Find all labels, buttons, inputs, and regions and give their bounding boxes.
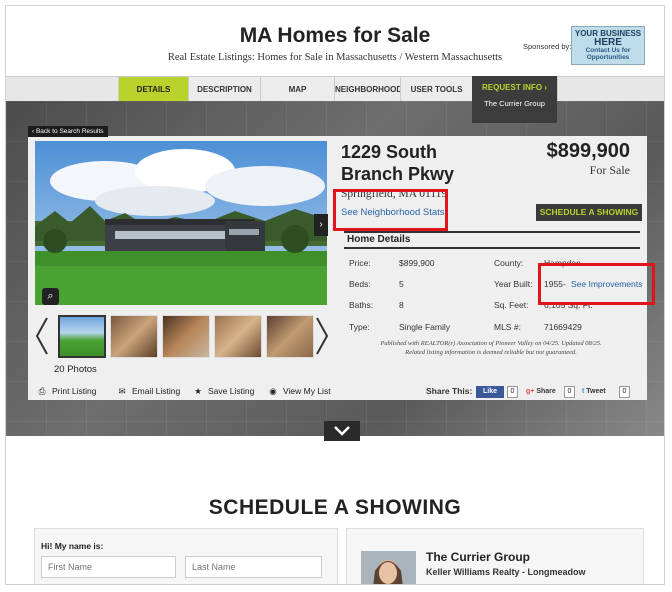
tab-map[interactable]: MAP [260, 77, 334, 102]
facebook-like-label: Like [482, 388, 497, 395]
tab-neighborhood[interactable]: NEIGHBORHOOD [334, 77, 402, 102]
google-share-label: Share [536, 388, 556, 395]
thumbnail-4[interactable] [214, 315, 262, 358]
tab-request-info[interactable]: REQUEST INFO › The Currier Group [472, 76, 557, 123]
detail-label-price: Price: [349, 258, 371, 268]
save-listing-label: Save Listing [208, 386, 255, 396]
listing-nav: DETAILS DESCRIPTION MAP NEIGHBORHOOD USE… [6, 76, 664, 102]
eye-icon: ◉ [269, 386, 277, 396]
like-count: 0 [507, 386, 518, 398]
thumbnail-strip [54, 315, 314, 358]
listing-status: For Sale [589, 163, 630, 177]
house-photo-image [35, 141, 327, 305]
twitter-icon: t [582, 388, 585, 395]
thumbnail-5[interactable] [266, 315, 314, 358]
publish-note-line2: Related listing information is deemed re… [405, 349, 577, 356]
view-my-list-label: View My List [283, 386, 331, 396]
photo-next-arrow[interactable]: › [314, 214, 328, 236]
detail-value-price: $899,900 [399, 258, 435, 268]
tweet-label: Tweet [586, 388, 606, 395]
thumbs-next-arrow[interactable] [314, 316, 330, 356]
printer-icon: ⎙ [38, 386, 46, 396]
expand-chevron-down-icon[interactable] [324, 421, 360, 441]
detail-value-beds: 5 [399, 279, 404, 289]
site-header: MA Homes for Sale Real Estate Listings: … [6, 6, 664, 76]
tab-user-tools[interactable]: USER TOOLS [400, 77, 472, 102]
tab-details[interactable]: DETAILS [118, 77, 188, 102]
google-share-count: 0 [564, 386, 575, 398]
last-name-input[interactable] [185, 556, 322, 578]
sponsor-label: Sponsored by: [523, 42, 572, 51]
site-subtitle: Real Estate Listings: Homes for Sale in … [167, 52, 503, 63]
detail-label-sqft: Sq. Feet: [494, 300, 529, 310]
ad-line3: Contact Us for Opportunities [585, 47, 631, 61]
property-price: $899,900 [546, 140, 630, 162]
property-address: 1229 South Branch Pkwy [341, 142, 455, 184]
photos-count[interactable]: 20 Photos [54, 364, 97, 375]
facebook-like-button[interactable]: Like [476, 386, 504, 398]
highlight-box [538, 263, 655, 305]
google-share-button[interactable]: g+ Share [526, 386, 560, 398]
view-my-list-button[interactable]: ◉ View My List [267, 386, 331, 397]
detail-value-type: Single Family [399, 322, 451, 332]
agent-company: Keller Williams Realty - Longmeadow [426, 567, 586, 577]
highlight-box [333, 189, 448, 231]
thumbnail-1[interactable] [58, 315, 106, 358]
nav-spacer-right [557, 77, 664, 102]
first-name-input[interactable] [41, 556, 176, 578]
publish-note-line1: Published with REALTOR(r) Association of… [380, 340, 602, 347]
nav-spacer [6, 77, 118, 102]
thumbs-prev-arrow[interactable] [34, 316, 50, 356]
back-to-search-link[interactable]: ‹ Back to Search Results [28, 126, 108, 137]
request-info-agent: The Currier Group [484, 99, 545, 108]
name-label: Hi! My name is: [41, 541, 104, 551]
detail-label-mls: MLS #: [494, 322, 521, 332]
detail-label-type: Type: [349, 322, 370, 332]
thumbnail-3[interactable] [162, 315, 210, 358]
google-plus-icon: g+ [526, 388, 535, 395]
thumbnail-2[interactable] [110, 315, 158, 358]
detail-label-year-built: Year Built: [494, 279, 533, 289]
home-details-heading: Home Details [344, 231, 640, 249]
print-listing-label: Print Listing [52, 386, 97, 396]
detail-label-beds: Beds: [349, 279, 371, 289]
publish-note: Published with REALTOR(r) Association of… [341, 339, 641, 357]
main-photo[interactable] [35, 141, 327, 305]
detail-label-baths: Baths: [349, 300, 374, 310]
zoom-icon[interactable]: ⌕ [42, 288, 59, 305]
agent-name: The Currier Group [426, 550, 531, 564]
print-listing-button[interactable]: ⎙ Print Listing [36, 386, 97, 397]
schedule-showing-button[interactable]: SCHEDULE A SHOWING [536, 204, 642, 221]
sponsor-ad[interactable]: YOUR BUSINESS HERE Contact Us for Opport… [571, 26, 645, 65]
detail-value-mls: 71669429 [544, 322, 582, 332]
tweet-count: 0 [619, 386, 630, 398]
request-info-label: REQUEST INFO [482, 83, 543, 92]
envelope-icon: ✉ [118, 386, 126, 396]
detail-value-baths: 8 [399, 300, 404, 310]
email-listing-label: Email Listing [132, 386, 181, 396]
agent-avatar [361, 551, 416, 584]
star-icon: ★ [194, 386, 202, 396]
tab-description[interactable]: DESCRIPTION [188, 77, 260, 102]
schedule-showing-title: SCHEDULE A SHOWING [208, 496, 462, 519]
email-listing-button[interactable]: ✉ Email Listing [116, 386, 180, 397]
share-label: Share This: [426, 386, 473, 396]
agent-portrait [361, 551, 416, 584]
tweet-button[interactable]: t Tweet [582, 386, 616, 398]
save-listing-button[interactable]: ★ Save Listing [192, 386, 254, 397]
browser-frame: MA Homes for Sale Real Estate Listings: … [5, 5, 665, 585]
chevron-right-icon: › [544, 83, 547, 92]
detail-label-county: County: [494, 258, 524, 268]
